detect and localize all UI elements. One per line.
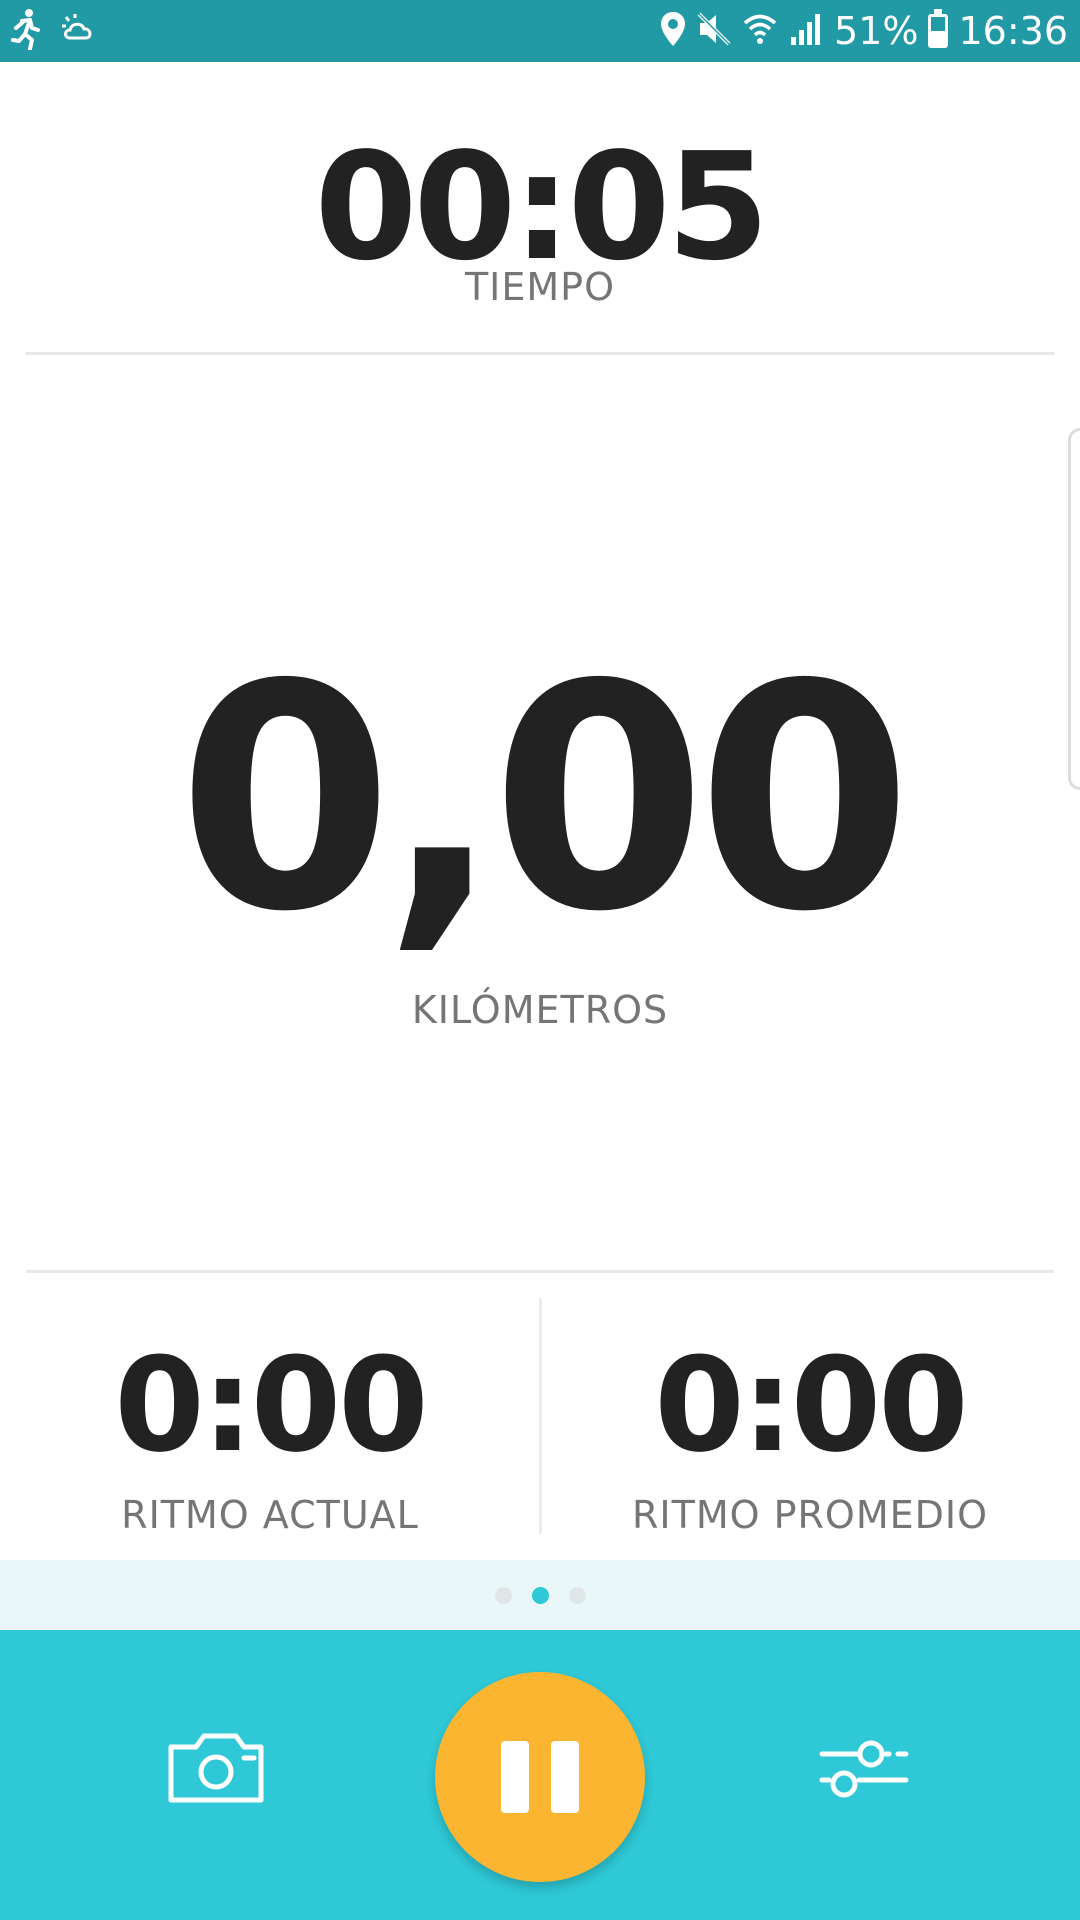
workout-screen: 51% 16:36 00:05 TIEMPO 0,00 KILÓMETROS 0… xyxy=(0,0,1080,1920)
average-pace-label: RITMO PROMEDIO xyxy=(632,1493,988,1537)
status-right-icons: 51% 16:36 xyxy=(660,6,1068,56)
divider xyxy=(26,352,1054,355)
page-dot[interactable] xyxy=(494,1586,512,1604)
page-indicator xyxy=(0,1560,1080,1630)
pause-icon xyxy=(551,1741,579,1813)
location-icon xyxy=(660,11,686,52)
distance-value: 0,00 xyxy=(177,619,913,980)
battery-percentage: 51% xyxy=(834,9,919,53)
settings-button[interactable] xyxy=(814,1730,914,1810)
mute-icon xyxy=(696,11,732,52)
divider xyxy=(26,1270,1054,1273)
side-panel-handle[interactable] xyxy=(1068,428,1080,790)
control-bar xyxy=(0,1630,1080,1920)
weather-icon xyxy=(58,12,98,51)
sliders-icon xyxy=(819,1736,909,1805)
pause-icon xyxy=(501,1741,529,1813)
signal-icon xyxy=(788,11,824,52)
page-dot[interactable] xyxy=(568,1586,586,1604)
battery-icon xyxy=(928,9,949,48)
current-pace-section: 0:00 RITMO ACTUAL xyxy=(0,1300,540,1560)
camera-button[interactable] xyxy=(162,1730,270,1810)
status-left-icons xyxy=(10,8,98,55)
status-bar: 51% 16:36 xyxy=(0,0,1080,62)
clock: 16:36 xyxy=(958,9,1068,53)
runner-icon xyxy=(10,8,40,55)
elapsed-time-value: 00:05 xyxy=(314,121,769,293)
camera-icon xyxy=(168,1733,264,1808)
elapsed-time-label: TIEMPO xyxy=(464,265,616,309)
pause-button[interactable] xyxy=(435,1672,645,1882)
current-pace-value: 0:00 xyxy=(114,1329,428,1481)
current-pace-label: RITMO ACTUAL xyxy=(121,1493,419,1537)
distance-label: KILÓMETROS xyxy=(411,988,669,1032)
page-dot[interactable] xyxy=(531,1586,549,1604)
average-pace-value: 0:00 xyxy=(654,1329,968,1481)
wifi-icon xyxy=(742,11,778,52)
time-section: 00:05 TIEMPO xyxy=(0,62,1080,352)
average-pace-section: 0:00 RITMO PROMEDIO xyxy=(540,1300,1080,1560)
battery-fill xyxy=(931,30,946,45)
